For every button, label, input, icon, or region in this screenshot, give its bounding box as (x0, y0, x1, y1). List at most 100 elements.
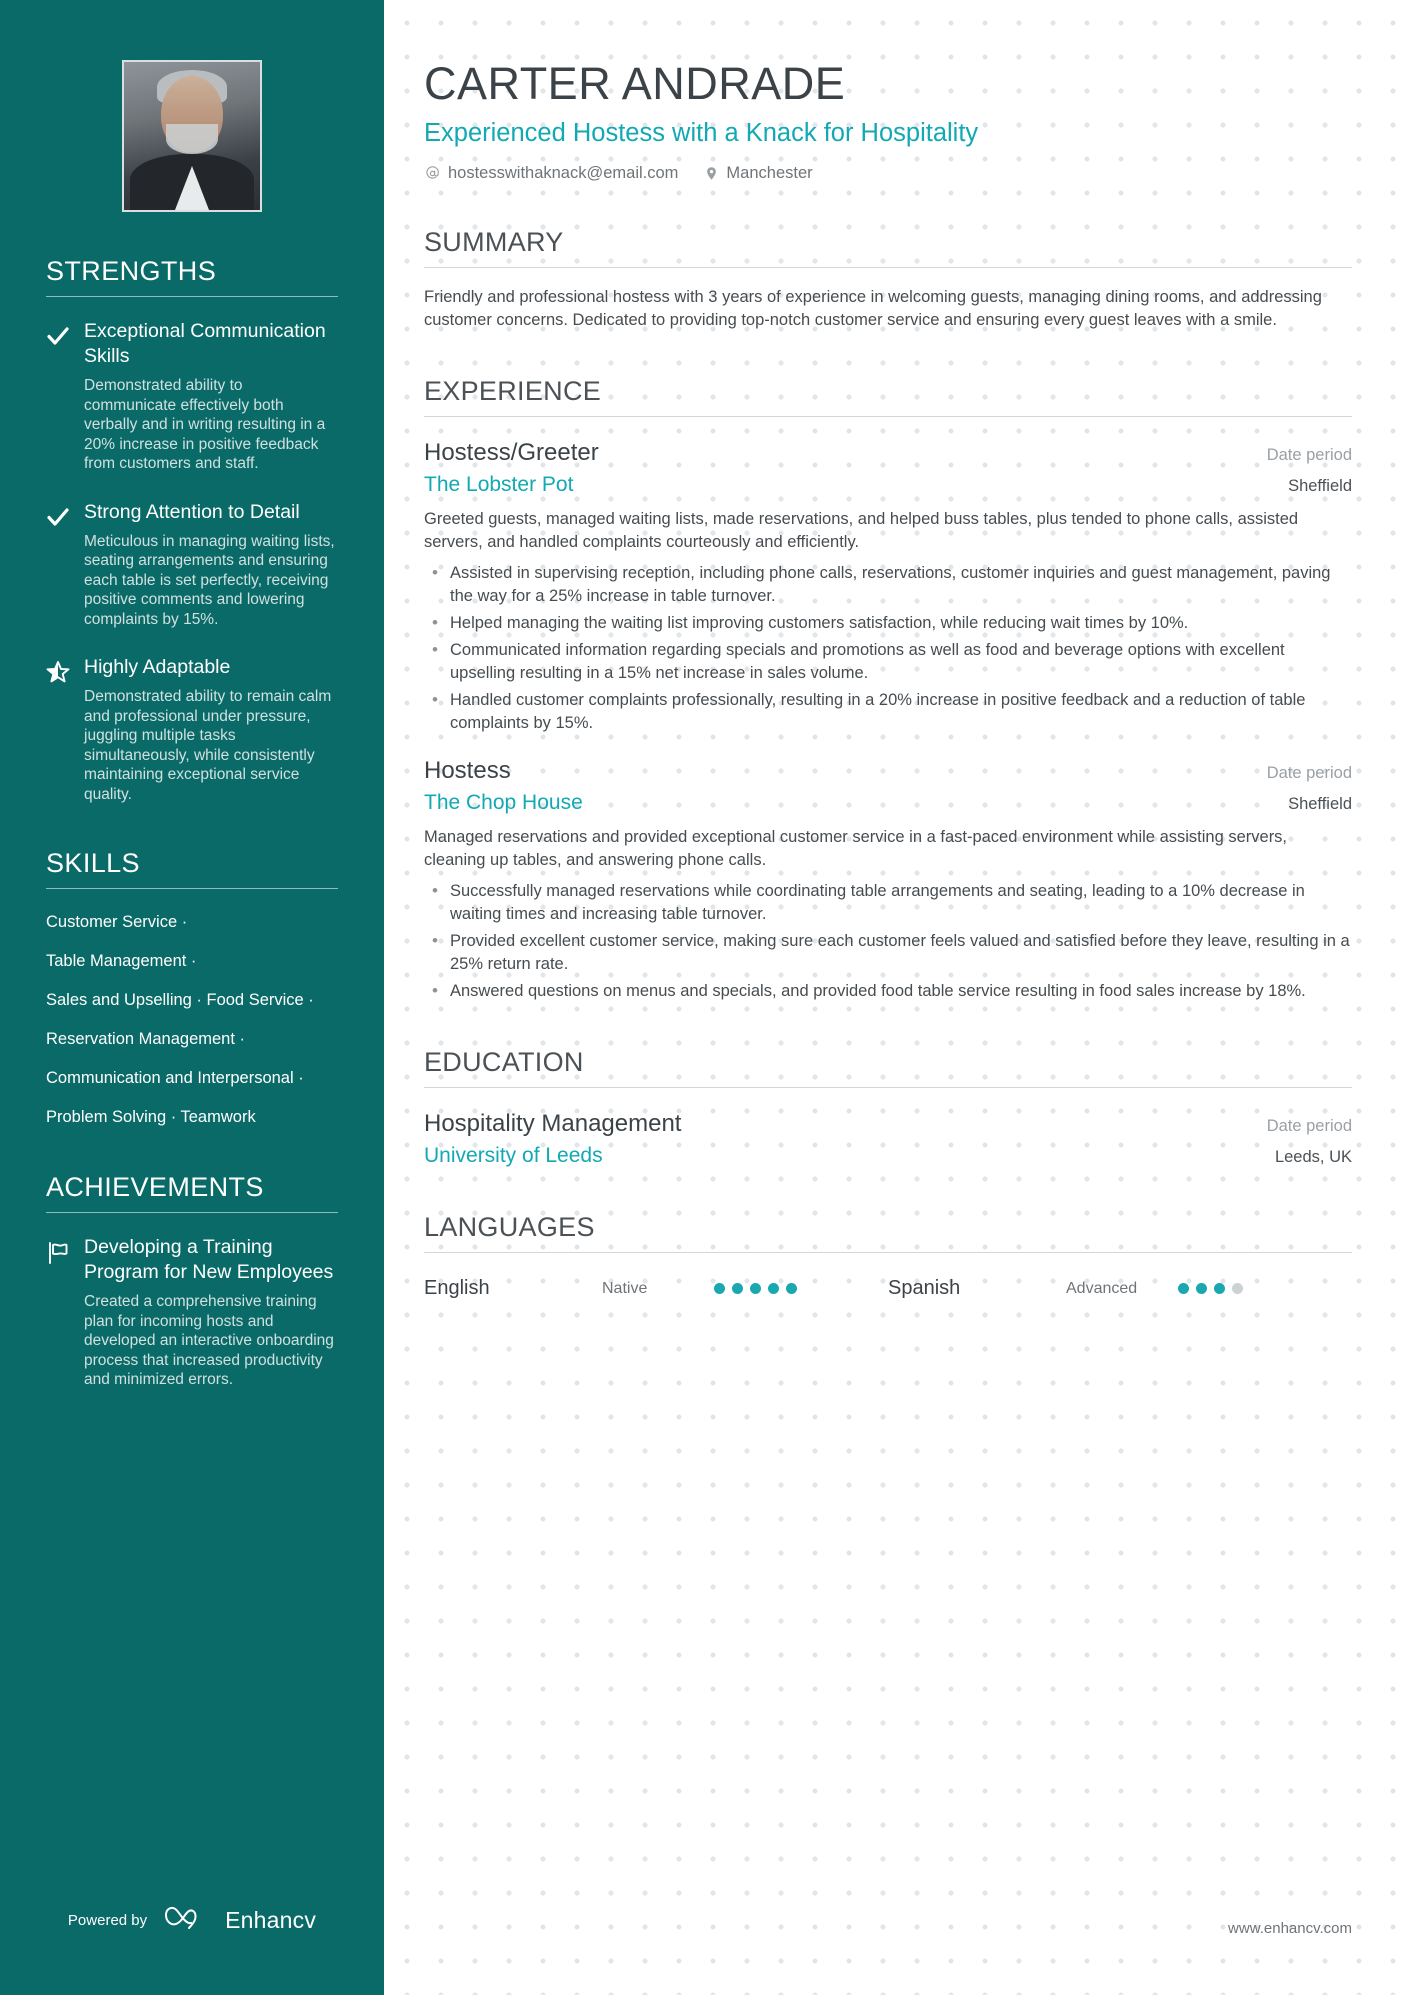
job-date: Date period (1266, 446, 1352, 464)
avatar-beard (166, 124, 218, 154)
contact-info: hostesswithaknack@email.com Manchester (424, 164, 1352, 183)
achievements-section: ACHIEVEMENTS Developing a Training Progr… (0, 1172, 384, 1390)
rating-dot (714, 1283, 725, 1294)
enhancv-logo-icon (163, 1904, 209, 1937)
job-title: Hostess/Greeter (424, 439, 599, 466)
rating-dot (1196, 1283, 1207, 1294)
strength-description: Demonstrated ability to remain calm and … (84, 688, 332, 803)
achievements-divider (46, 1212, 338, 1213)
at-icon (424, 165, 441, 182)
achievement-description: Created a comprehensive training plan fo… (84, 1293, 334, 1388)
strength-description: Demonstrated ability to communicate effe… (84, 377, 326, 472)
email-text: hostesswithaknack@email.com (448, 164, 679, 182)
job-description: Greeted guests, managed waiting lists, m… (424, 510, 1299, 551)
job-title: Hostess (424, 757, 511, 784)
skill-line: Problem Solving · Teamwork (46, 1108, 256, 1126)
rating-dot (732, 1283, 743, 1294)
resume-page: STRENGTHS Exceptional Communication Skil… (0, 0, 1410, 1995)
language-rating (714, 1283, 797, 1294)
education-item: Hospitality Management Date period Unive… (424, 1110, 1352, 1168)
strength-description: Meticulous in managing waiting lists, se… (84, 532, 335, 628)
summary-heading: SUMMARY (424, 227, 564, 257)
language-level: Advanced (1066, 1279, 1138, 1297)
bullet-item: Communicated information regarding speci… (424, 638, 1352, 685)
skill-line: Reservation Management · (46, 1030, 246, 1048)
job-bullets: Successfully managed reservations while … (424, 879, 1352, 1003)
school-name: University of Leeds (424, 1144, 603, 1167)
star-icon (46, 655, 70, 804)
languages-heading: LANGUAGES (424, 1212, 595, 1242)
rating-dot (768, 1283, 779, 1294)
check-icon (46, 500, 70, 630)
experience-item: Hostess/Greeter Date period The Lobster … (424, 439, 1352, 735)
rating-dot (1178, 1283, 1189, 1294)
skills-section: SKILLS Customer Service · Table Manageme… (0, 848, 384, 1128)
degree-title: Hospitality Management (424, 1110, 682, 1137)
bullet-item: Assisted in supervising reception, inclu… (424, 561, 1352, 608)
email-contact[interactable]: hostesswithaknack@email.com (424, 164, 678, 183)
education-divider (424, 1087, 1352, 1088)
experience-divider (424, 416, 1352, 417)
skills-heading: SKILLS (46, 848, 140, 878)
job-location: Sheffield (1288, 477, 1352, 495)
skill-line: Table Management · (46, 952, 197, 970)
job-company: The Chop House (424, 791, 583, 814)
job-company: The Lobster Pot (424, 473, 574, 496)
bullet-item: Successfully managed reservations while … (424, 879, 1352, 926)
strength-item: Exceptional Communication Skills Demonst… (46, 319, 338, 474)
bullet-item: Answered questions on menus and specials… (424, 979, 1352, 1003)
school-location: Leeds, UK (1274, 1148, 1352, 1166)
language-name: Spanish (888, 1277, 961, 1299)
check-icon (46, 319, 70, 474)
achievement-item: Developing a Training Program for New Em… (46, 1235, 338, 1390)
strengths-section: STRENGTHS Exceptional Communication Skil… (0, 256, 384, 804)
job-date: Date period (1266, 764, 1352, 782)
strength-title: Exceptional Communication Skills (84, 320, 326, 367)
rating-dot (1214, 1283, 1225, 1294)
job-location: Sheffield (1288, 795, 1352, 813)
language-item: English Native (424, 1277, 888, 1300)
rating-dot (750, 1283, 761, 1294)
strength-title: Highly Adaptable (84, 656, 231, 678)
language-level: Native (602, 1279, 648, 1297)
languages-divider (424, 1252, 1352, 1253)
powered-by-label: Powered by (67, 1912, 148, 1929)
summary-text: Friendly and professional hostess with 3… (424, 288, 1322, 329)
language-name: English (424, 1277, 490, 1299)
website-url[interactable]: www.enhancv.com (1228, 1920, 1352, 1937)
location-contact: Manchester (704, 164, 813, 183)
education-date: Date period (1266, 1117, 1352, 1135)
experience-heading: EXPERIENCE (424, 376, 602, 406)
bullet-item: Provided excellent customer service, mak… (424, 929, 1352, 976)
brand-name: Enhancv (225, 1907, 317, 1933)
skills-divider (46, 888, 338, 889)
main-content: CARTER ANDRADE Experienced Hostess with … (384, 0, 1410, 1995)
bullet-item: Helped managing the waiting list improvi… (424, 611, 1352, 635)
avatar (122, 60, 262, 212)
page-title: CARTER ANDRADE (424, 58, 846, 109)
bullet-item: Handled customer complaints professional… (424, 688, 1352, 735)
skill-line: Customer Service · (46, 913, 188, 931)
strengths-divider (46, 296, 338, 297)
languages-list: English Native Spanish Advanced (424, 1277, 1352, 1300)
skill-line: Sales and Upselling · Food Service · (46, 991, 314, 1009)
sidebar-footer: Powered by Enhancv (0, 1904, 384, 1937)
language-item: Spanish Advanced (888, 1277, 1352, 1300)
education-heading: EDUCATION (424, 1047, 584, 1077)
skill-line: Communication and Interpersonal · (46, 1069, 304, 1087)
headline: Experienced Hostess with a Knack for Hos… (424, 119, 979, 147)
sidebar: STRENGTHS Exceptional Communication Skil… (0, 0, 384, 1995)
strength-item: Strong Attention to Detail Meticulous in… (46, 500, 338, 630)
location-text: Manchester (726, 164, 813, 182)
rating-dot-empty (1232, 1283, 1243, 1294)
job-bullets: Assisted in supervising reception, inclu… (424, 561, 1352, 735)
flag-icon (46, 1235, 70, 1390)
job-description: Managed reservations and provided except… (424, 828, 1288, 869)
experience-item: Hostess Date period The Chop House Sheff… (424, 757, 1352, 1003)
achievement-title: Developing a Training Program for New Em… (84, 1236, 334, 1283)
summary-divider (424, 267, 1352, 268)
achievements-heading: ACHIEVEMENTS (46, 1172, 264, 1202)
strengths-heading: STRENGTHS (46, 256, 217, 286)
strength-item: Highly Adaptable Demonstrated ability to… (46, 655, 338, 804)
rating-dot (786, 1283, 797, 1294)
